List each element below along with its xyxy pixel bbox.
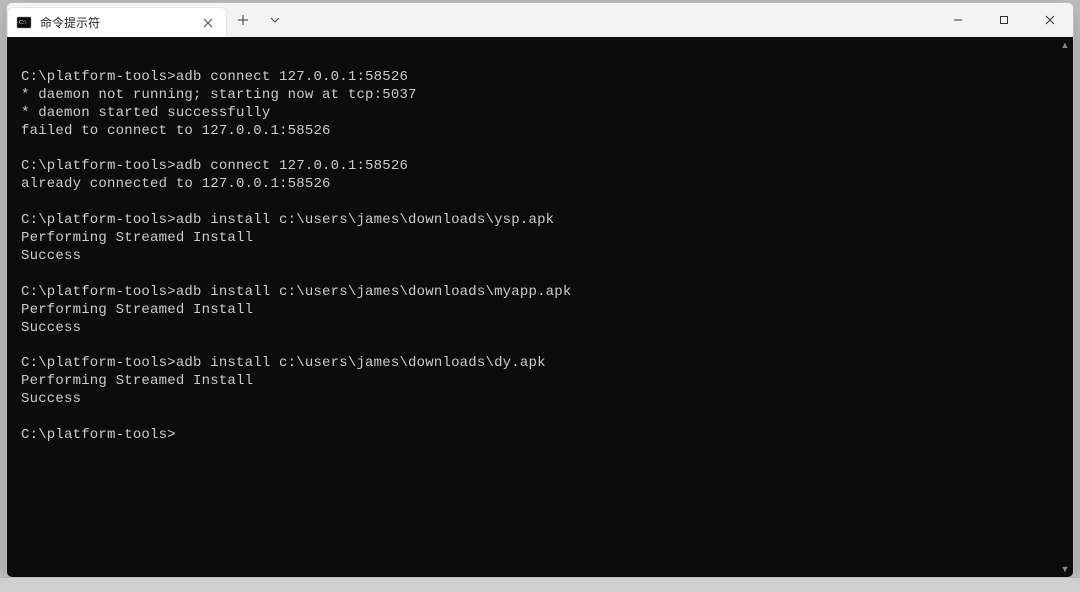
terminal-output[interactable]: C:\platform-tools>adb connect 127.0.0.1:…	[7, 37, 1057, 577]
titlebar[interactable]: C:\ 命令提示符	[7, 3, 1073, 37]
titlebar-drag-region[interactable]	[291, 3, 935, 37]
desktop-background-hint	[0, 578, 1080, 592]
new-tab-button[interactable]	[227, 3, 259, 37]
tab-title: 命令提示符	[40, 14, 192, 31]
minimize-button[interactable]	[935, 3, 981, 37]
cmd-icon: C:\	[16, 15, 32, 31]
maximize-button[interactable]	[981, 3, 1027, 37]
terminal-content-wrap: C:\platform-tools>adb connect 127.0.0.1:…	[7, 37, 1073, 577]
tab-close-button[interactable]	[200, 15, 216, 31]
close-button[interactable]	[1027, 3, 1073, 37]
tab-strip: C:\ 命令提示符	[7, 3, 227, 37]
vertical-scrollbar[interactable]: ▲ ▼	[1057, 37, 1073, 577]
tab-cmd[interactable]: C:\ 命令提示符	[7, 7, 227, 37]
tab-dropdown-button[interactable]	[259, 3, 291, 37]
terminal-window: C:\ 命令提示符	[6, 2, 1074, 578]
window-controls	[935, 3, 1073, 37]
svg-text:C:\: C:\	[19, 20, 27, 26]
scroll-down-icon[interactable]: ▼	[1057, 561, 1073, 577]
scroll-up-icon[interactable]: ▲	[1057, 37, 1073, 53]
